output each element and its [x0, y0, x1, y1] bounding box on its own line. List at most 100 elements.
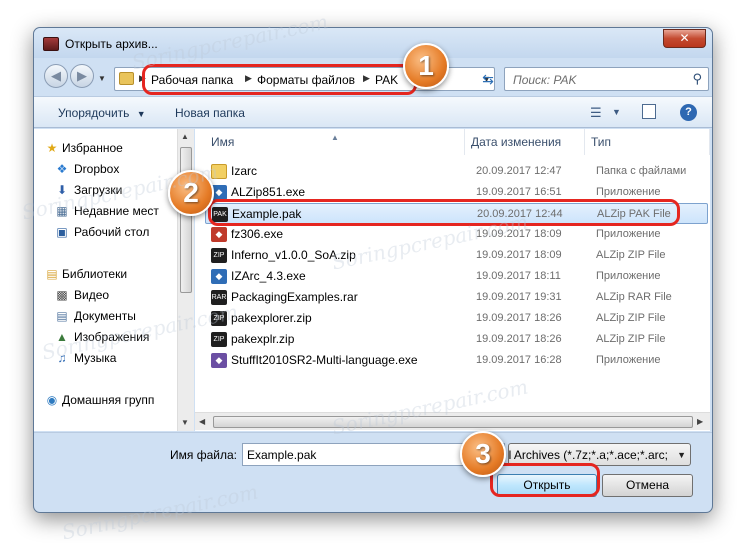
- sidebar-item-documents[interactable]: Документы: [74, 309, 192, 323]
- cancel-button[interactable]: Отмена: [602, 474, 693, 497]
- downloads-icon: ⬇: [56, 183, 68, 197]
- file-name: StuffIt2010SR2-Multi-language.exe: [231, 353, 418, 367]
- command-toolbar: Упорядочить ▼ Новая папка ☰ ▼ ?: [34, 96, 712, 128]
- callout-box-file: [208, 199, 680, 226]
- file-type: Папка с файлами: [596, 165, 687, 177]
- file-row[interactable]: ZIP pakexplorer.zip 19.09.2017 18:26 ALZ…: [205, 308, 708, 329]
- column-name-label: Имя: [211, 135, 235, 149]
- filter-value: All Archives (*.7z;*.a;*.ace;*.arc;: [508, 448, 668, 462]
- callout-box-open: [490, 463, 600, 497]
- close-button[interactable]: ✕: [663, 29, 706, 48]
- scrollbar-thumb[interactable]: [213, 416, 693, 428]
- folder-icon: [211, 164, 227, 179]
- file-type: Приложение: [596, 186, 661, 198]
- scroll-up-icon[interactable]: ▲: [181, 132, 189, 141]
- back-arrow-icon[interactable]: ◀: [44, 64, 68, 88]
- video-icon: ▩: [56, 288, 68, 302]
- file-row[interactable]: ◆ StuffIt2010SR2-Multi-language.exe 19.0…: [205, 350, 708, 371]
- file-row[interactable]: ◆ fz306.exe 19.09.2017 18:09 Приложение: [205, 224, 708, 245]
- sidebar-item-libraries[interactable]: Библиотеки: [62, 267, 180, 281]
- step-badge-3: 3: [460, 431, 506, 477]
- file-type: Приложение: [596, 270, 661, 282]
- file-type: ALZip ZIP File: [596, 249, 666, 261]
- file-date: 19.09.2017 16:28: [476, 354, 562, 366]
- file-date: 19.09.2017 18:11: [476, 270, 561, 282]
- libraries-icon: ▤: [46, 267, 58, 281]
- chevron-down-icon: ▼: [677, 450, 686, 460]
- sidebar-item-images[interactable]: Изображения: [74, 330, 192, 344]
- desktop-icon: ▣: [56, 225, 68, 239]
- scroll-right-icon[interactable]: ▶: [697, 417, 703, 426]
- homegroup-icon: ◉: [46, 393, 58, 407]
- dropbox-icon: ❖: [56, 162, 68, 176]
- view-options-icon[interactable]: ☰: [590, 105, 602, 121]
- scroll-left-icon[interactable]: ◀: [199, 417, 205, 426]
- chevron-down-icon: ▼: [136, 109, 146, 119]
- file-date: 19.09.2017 18:09: [476, 249, 562, 261]
- horizontal-scrollbar[interactable]: ◀ ▶: [195, 412, 710, 430]
- title-bar: Открыть архив... ✕: [34, 28, 712, 58]
- file-name: ALZip851.exe: [231, 185, 306, 199]
- sidebar-item-dropbox[interactable]: Dropbox: [74, 162, 192, 176]
- exe-icon: ◆: [211, 269, 227, 284]
- column-header-type[interactable]: Тип: [585, 129, 710, 155]
- help-icon[interactable]: ?: [680, 104, 697, 121]
- file-type: ALZip ZIP File: [596, 312, 666, 324]
- music-icon: ♫: [57, 351, 67, 365]
- file-name: PackagingExamples.rar: [231, 290, 358, 304]
- sort-ascending-icon: ▲: [331, 133, 339, 142]
- column-header-name[interactable]: Имя ▲: [195, 129, 465, 155]
- chevron-down-icon[interactable]: ▼: [612, 107, 621, 117]
- file-type: ALZip ZIP File: [596, 333, 666, 345]
- filename-label: Имя файла:: [170, 448, 237, 462]
- file-row[interactable]: ZIP Inferno_v1.0.0_SoA.zip 19.09.2017 18…: [205, 245, 708, 266]
- open-archive-dialog: Открыть архив... ✕ ◀ ▶ ▼ ▶ Рабочая папка…: [33, 27, 713, 513]
- navigation-pane: ★ Избранное ❖ Dropbox ⬇ Загрузки ▦ Недав…: [34, 129, 194, 431]
- sidebar-item-favorites[interactable]: Избранное: [62, 141, 180, 155]
- file-row[interactable]: ◆ IZArc_4.3.exe 19.09.2017 18:11 Приложе…: [205, 266, 708, 287]
- forward-arrow-icon[interactable]: ▶: [70, 64, 94, 88]
- preview-pane-icon[interactable]: [642, 104, 656, 119]
- refresh-icon[interactable]: ⇆: [476, 67, 500, 91]
- file-date: 19.09.2017 18:26: [476, 312, 562, 324]
- step-badge-2: 2: [168, 170, 214, 216]
- file-name: pakexplorer.zip: [231, 311, 312, 325]
- star-icon: ★: [46, 141, 58, 155]
- exe-icon: ◆: [211, 227, 227, 242]
- file-date: 19.09.2017 18:09: [476, 228, 562, 240]
- folder-icon: [119, 72, 134, 85]
- scroll-down-icon[interactable]: ▼: [181, 418, 189, 427]
- search-input[interactable]: Поиск: PAK ⚲: [504, 67, 709, 91]
- file-date: 19.09.2017 18:26: [476, 333, 562, 345]
- sidebar-item-desktop[interactable]: Рабочий стол: [74, 225, 192, 239]
- file-date: 20.09.2017 12:47: [476, 165, 562, 177]
- file-type: ALZip RAR File: [596, 291, 672, 303]
- file-type: Приложение: [596, 354, 661, 366]
- sidebar-item-recent-places[interactable]: Недавние мест: [74, 204, 174, 218]
- file-date: 19.09.2017 16:51: [476, 186, 562, 198]
- organize-button[interactable]: Упорядочить ▼: [58, 106, 146, 120]
- scrollbar-thumb[interactable]: [180, 147, 192, 293]
- dialog-footer: Имя файла: All Archives (*.7z;*.a;*.ace;…: [34, 432, 712, 514]
- file-list: Имя ▲ Дата изменения Тип Izarc 20.09.201…: [195, 129, 710, 431]
- images-icon: ▲: [56, 330, 68, 344]
- file-row[interactable]: ZIP pakexplr.zip 19.09.2017 18:26 ALZip …: [205, 329, 708, 350]
- exe-icon: ◆: [211, 353, 227, 368]
- app-icon: [43, 37, 59, 51]
- file-row[interactable]: RAR PackagingExamples.rar 19.09.2017 19:…: [205, 287, 708, 308]
- rar-icon: RAR: [211, 290, 227, 305]
- file-date: 19.09.2017 19:31: [476, 291, 562, 303]
- column-header-date[interactable]: Дата изменения: [465, 129, 585, 155]
- sidebar-item-video[interactable]: Видео: [74, 288, 192, 302]
- search-icon[interactable]: ⚲: [692, 71, 702, 87]
- new-folder-button[interactable]: Новая папка: [175, 106, 245, 120]
- file-name: pakexplr.zip: [231, 332, 295, 346]
- recent-pages-dropdown[interactable]: ▼: [98, 74, 106, 83]
- file-row[interactable]: Izarc 20.09.2017 12:47 Папка с файлами: [205, 161, 708, 182]
- callout-box-address: [142, 64, 417, 95]
- file-name: fz306.exe: [231, 227, 284, 241]
- sidebar-item-homegroup[interactable]: Домашняя групп: [62, 393, 180, 407]
- sidebar-item-music[interactable]: Музыка: [74, 351, 192, 365]
- recent-places-icon: ▦: [56, 204, 68, 218]
- zip-icon: ZIP: [211, 332, 227, 347]
